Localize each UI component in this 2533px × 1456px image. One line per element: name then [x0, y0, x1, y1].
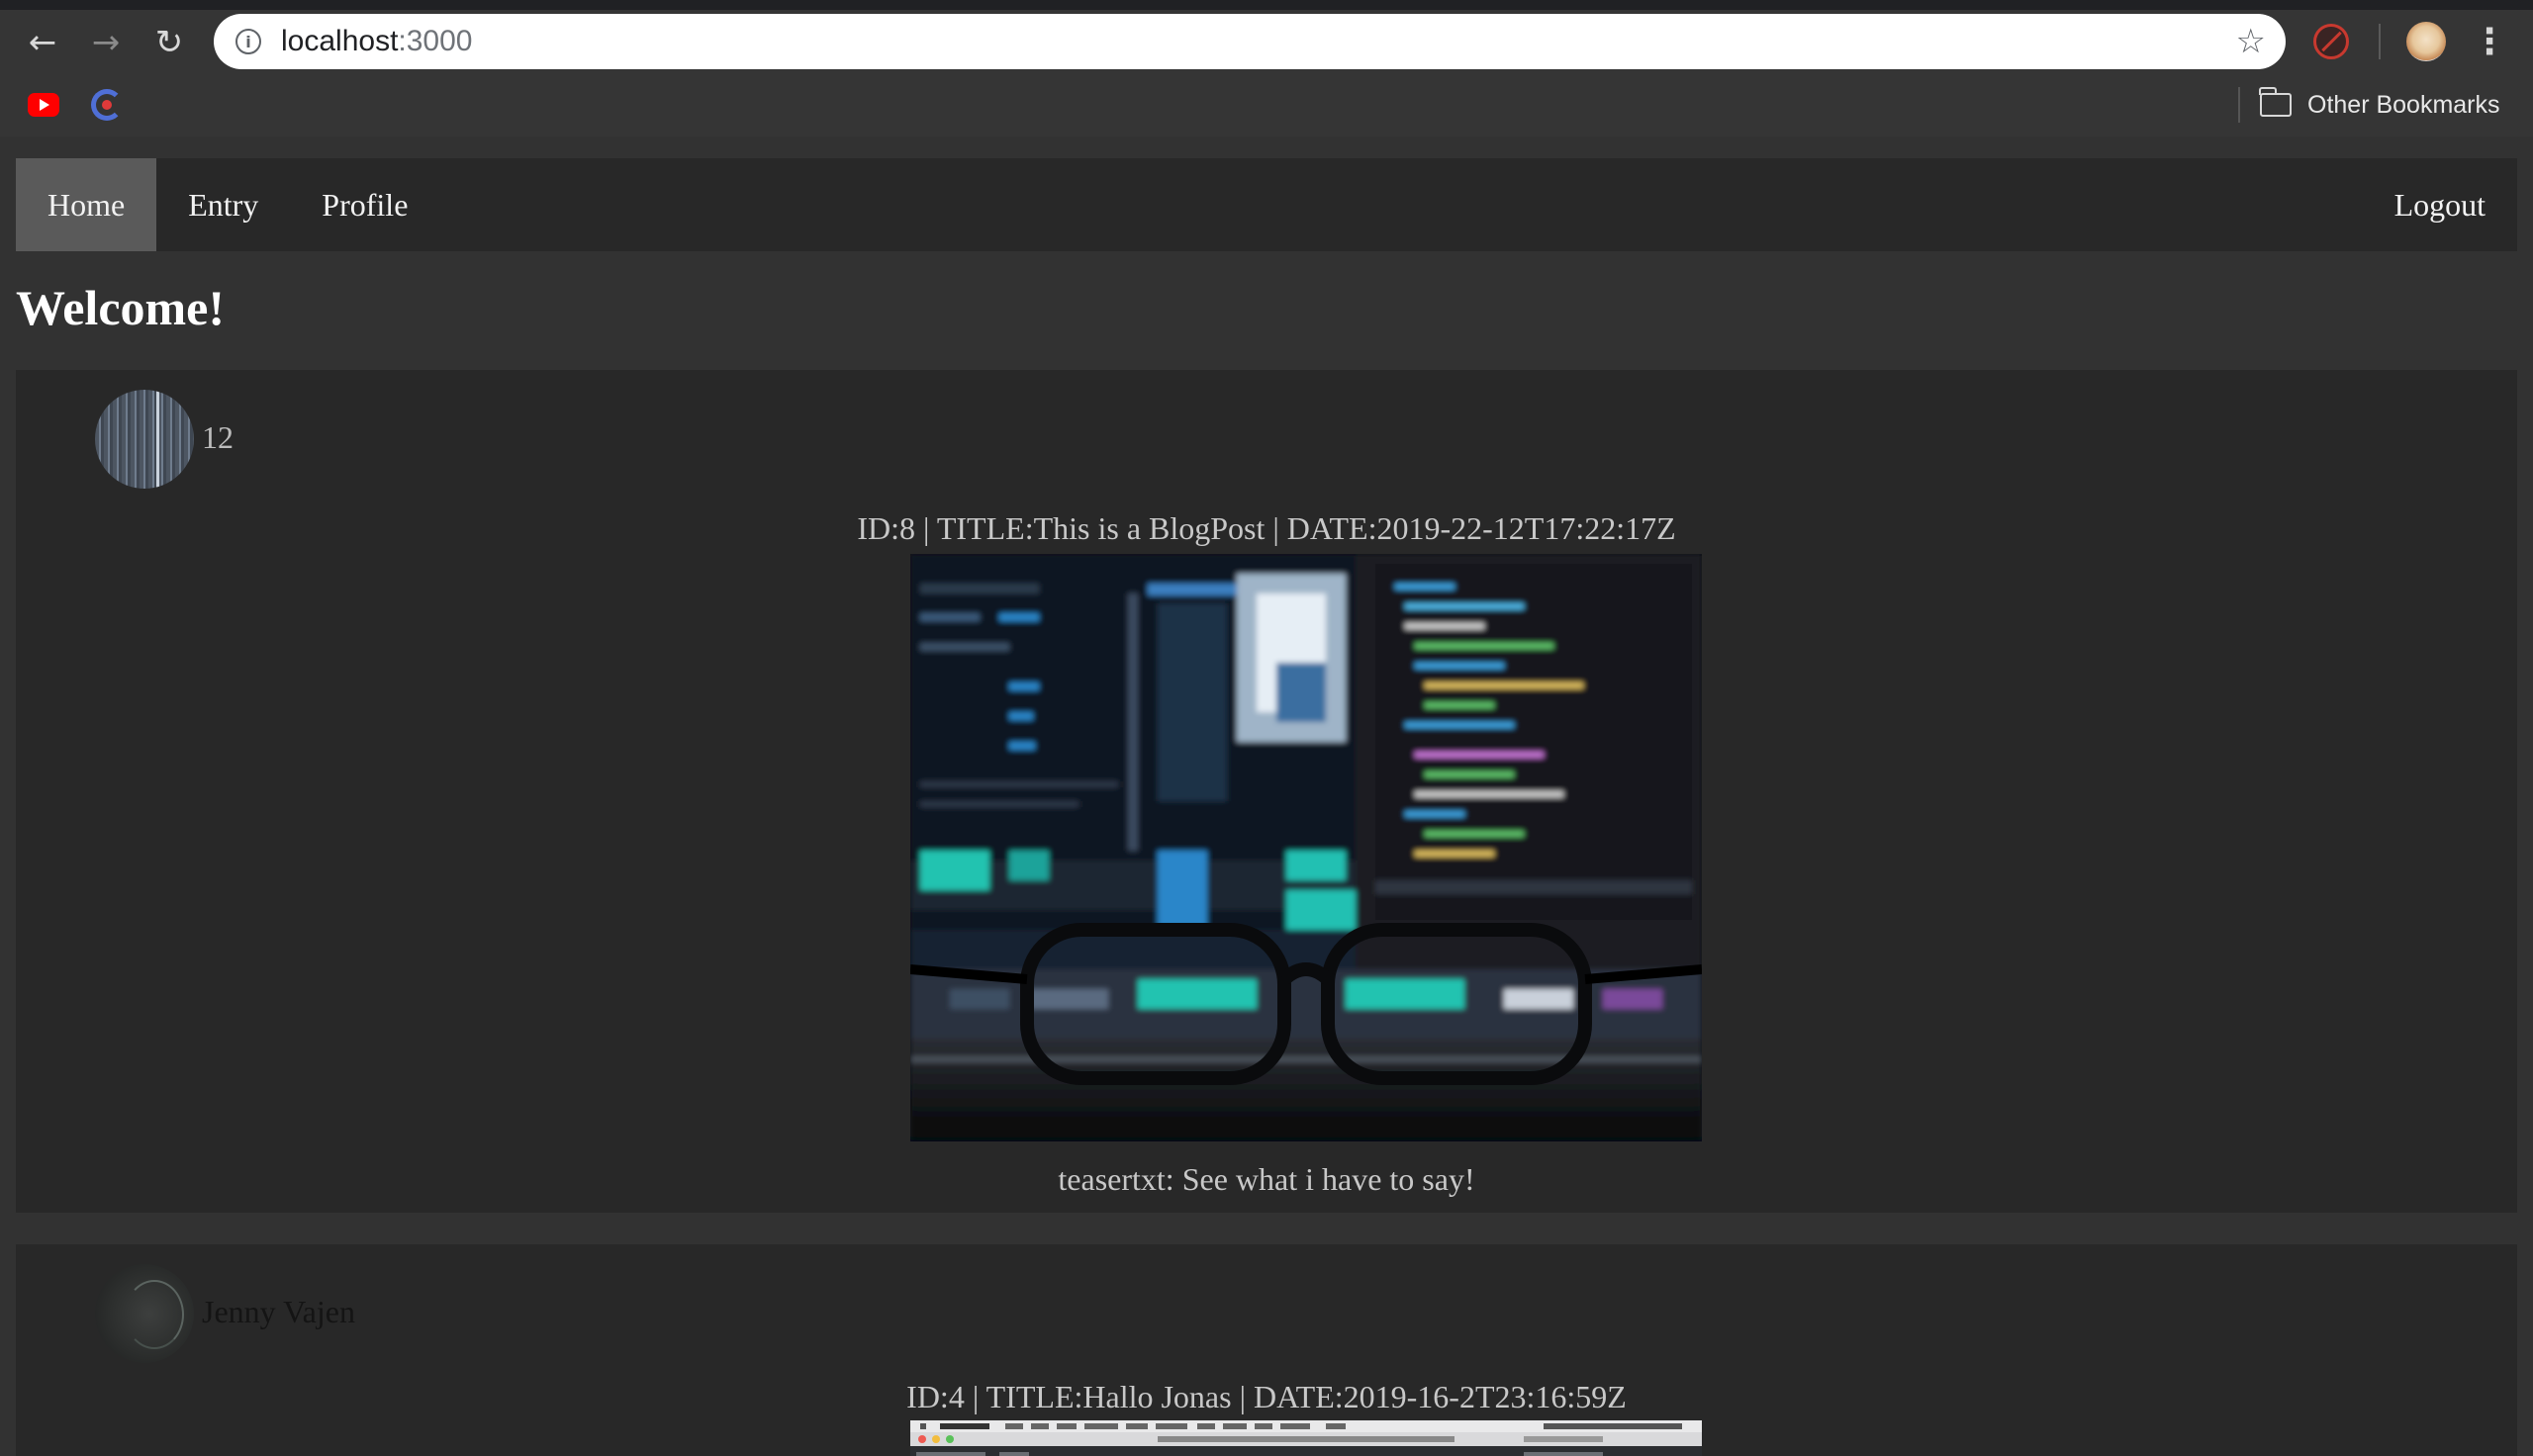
profile-avatar-icon[interactable]: [2406, 22, 2446, 61]
youtube-bookmark-icon[interactable]: [28, 93, 59, 117]
blog-post: 12 ID:8 | TITLE:This is a BlogPost | DAT…: [16, 370, 2517, 1213]
post-image-graphic: [910, 554, 1702, 1141]
other-bookmarks-label: Other Bookmarks: [2307, 90, 2500, 119]
page-title: Welcome!: [16, 280, 226, 335]
nav-profile[interactable]: Profile: [290, 158, 439, 251]
post-teaser: teasertxt: See what i have to say!: [1058, 1161, 1475, 1197]
page: Home Entry Profile Logout Welcome! 12 ID…: [0, 136, 2533, 1456]
browser-chrome: ← → ↻ i localhost:3000 ☆ ⋮ Other Bookmar…: [0, 0, 2533, 136]
back-icon[interactable]: ←: [18, 18, 67, 67]
toolbar-divider: [2379, 24, 2381, 59]
bookmarks-divider: [2238, 87, 2240, 123]
url-port: :3000: [398, 25, 473, 57]
blocked-extension-icon[interactable]: [2313, 24, 2349, 59]
post-image[interactable]: [910, 1420, 1702, 1456]
address-bar[interactable]: i localhost:3000 ☆: [214, 14, 2286, 69]
nav-entry[interactable]: Entry: [156, 158, 290, 251]
url-text[interactable]: localhost:3000: [281, 25, 472, 58]
app-bookmark-icon[interactable]: [91, 89, 123, 121]
site-info-icon[interactable]: i: [235, 29, 261, 54]
author-name: 12: [202, 419, 234, 455]
folder-icon: [2259, 87, 2292, 117]
more-menu-icon[interactable]: ⋮: [2472, 16, 2507, 67]
tab-strip-edge: [0, 0, 2533, 10]
post-meta[interactable]: ID:8 | TITLE:This is a BlogPost | DATE:2…: [16, 510, 2517, 547]
author-name: Jenny Vajen: [202, 1294, 355, 1329]
author-avatar[interactable]: [95, 390, 194, 489]
post-image[interactable]: [910, 554, 1702, 1141]
bookmark-star-icon[interactable]: ☆: [2236, 22, 2266, 61]
top-navigation: Home Entry Profile Logout: [16, 158, 2517, 251]
post-image-graphic: [910, 1420, 1702, 1456]
other-bookmarks-button[interactable]: Other Bookmarks: [2259, 85, 2500, 125]
nav-logout[interactable]: Logout: [2363, 158, 2517, 251]
forward-icon[interactable]: →: [81, 18, 131, 67]
blog-post: Jenny Vajen ID:4 | TITLE:Hallo Jonas | D…: [16, 1244, 2517, 1456]
url-host: localhost: [281, 25, 399, 57]
reload-icon[interactable]: ↻: [144, 18, 194, 67]
post-meta[interactable]: ID:4 | TITLE:Hallo Jonas | DATE:2019-16-…: [16, 1379, 2517, 1415]
nav-home[interactable]: Home: [16, 158, 157, 251]
author-avatar[interactable]: [95, 1264, 194, 1363]
